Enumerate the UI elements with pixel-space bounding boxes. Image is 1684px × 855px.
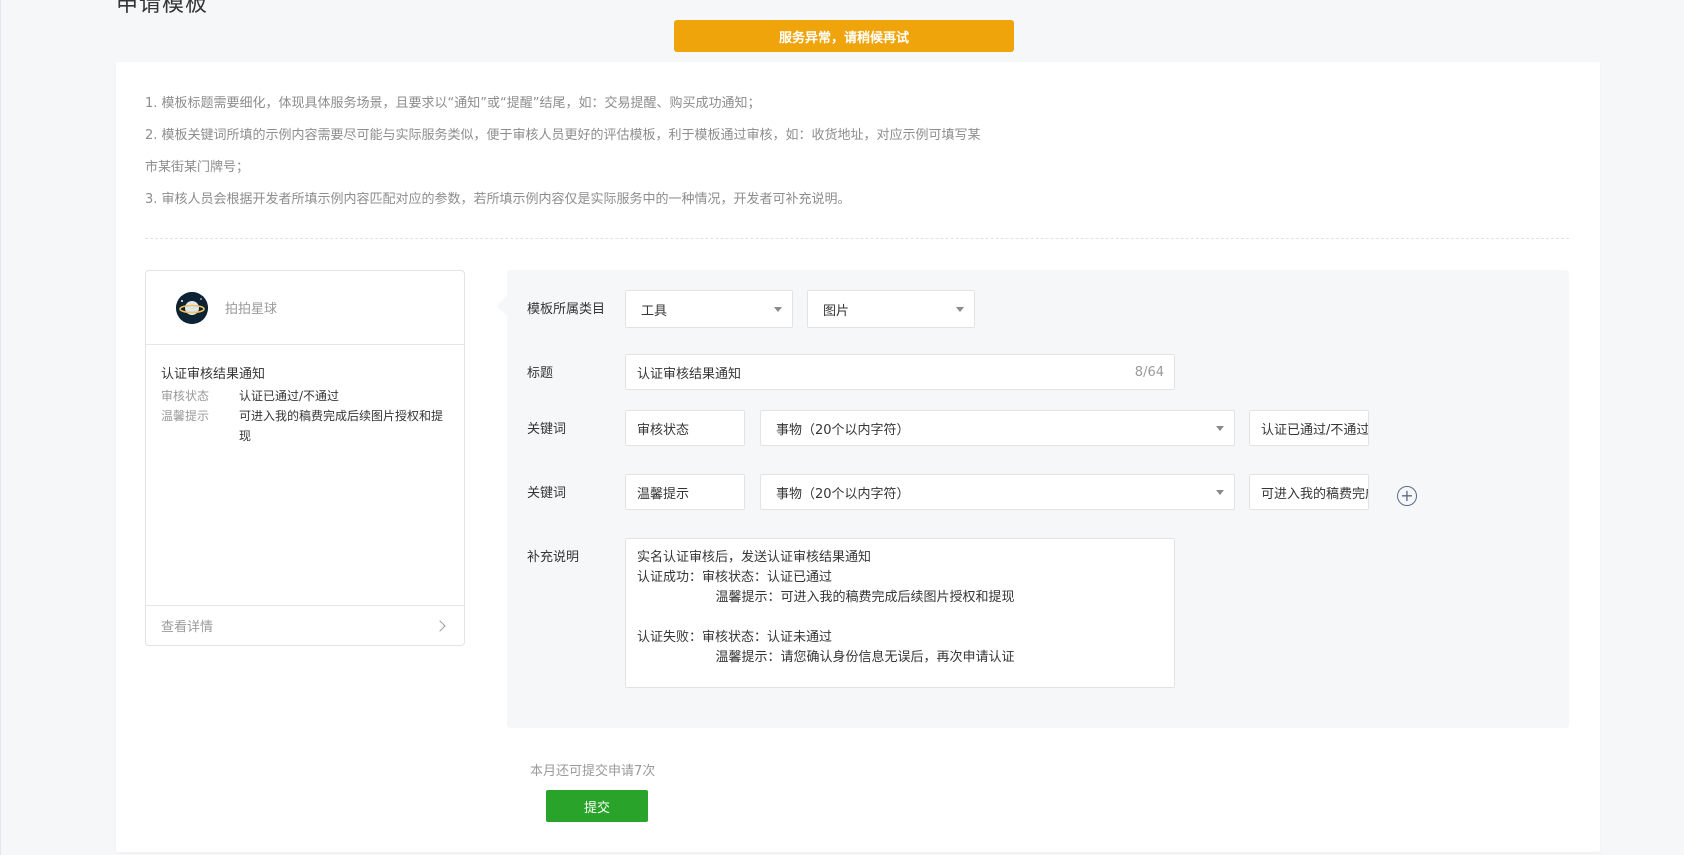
app-name: 拍拍星球 — [225, 302, 278, 317]
chevron-down-icon — [956, 307, 964, 312]
category-primary-value: 工具 — [641, 303, 668, 319]
category-secondary-select[interactable]: 图片 — [807, 290, 975, 328]
preview-row: 审核状态 认证已通过/不通过 — [161, 386, 448, 406]
guideline-item: 市某街某门牌号； — [145, 160, 250, 175]
title-input[interactable]: 认证审核结果通知 8/64 — [625, 354, 1175, 390]
keyword-example-value: 可进入我的稿费完成后续图片授权和提现 — [1261, 486, 1369, 502]
preview-row-key: 温馨提示 — [161, 409, 210, 423]
view-details-link[interactable]: 查看详情 — [146, 605, 464, 645]
window-edge — [0, 0, 1, 855]
preview-row: 温馨提示 可进入我的稿费完成后续图片授权和提现 — [161, 406, 448, 446]
category-primary-select[interactable]: 工具 — [625, 290, 793, 328]
supplement-label: 补充说明 — [527, 550, 580, 565]
keyword-example-input[interactable]: 可进入我的稿费完成后续图片授权和提现 — [1249, 474, 1369, 510]
preview-row-value: 认证已通过/不通过 — [239, 389, 340, 403]
supplement-textarea[interactable]: 实名认证审核后，发送认证审核结果通知 认证成功：审核状态：认证已通过 温馨提示：… — [625, 538, 1175, 688]
keyword-name-input[interactable]: 温馨提示 — [625, 474, 745, 510]
guideline-item: 2. 模板关键词所填的示例内容需要尽可能与实际服务类似，便于审核人员更好的评估模… — [145, 128, 981, 143]
guideline-item: 3. 审核人员会根据开发者所填示例内容匹配对应的参数，若所填示例内容仅是实际服务… — [145, 192, 851, 207]
keyword-name-value: 温馨提示 — [637, 486, 690, 502]
guideline-item: 1. 模板标题需要细化，体现具体服务场景，且要求以“通知”或“提醒”结尾，如：交… — [145, 96, 761, 111]
add-keyword-icon[interactable]: + — [1397, 486, 1417, 506]
planet-icon — [176, 291, 208, 324]
title-value: 认证审核结果通知 — [637, 366, 742, 382]
submit-button[interactable]: 提交 — [546, 790, 648, 822]
preview-header: 拍拍星球 — [146, 271, 464, 345]
keyword-type-value: 事物（20个以内字符） — [776, 422, 910, 438]
keyword-type-value: 事物（20个以内字符） — [776, 486, 910, 502]
title-label: 标题 — [527, 366, 554, 381]
title-char-counter: 8/64 — [1134, 364, 1164, 380]
category-secondary-value: 图片 — [823, 303, 850, 319]
chevron-down-icon — [1216, 490, 1224, 495]
error-toast: 服务异常，请稍候再试 — [674, 20, 1014, 52]
keyword-example-input[interactable]: 认证已通过/不通过 — [1249, 410, 1369, 446]
keyword-name-input[interactable]: 审核状态 — [625, 410, 745, 446]
keyword-example-value: 认证已通过/不通过 — [1261, 422, 1369, 438]
divider — [145, 238, 1569, 239]
view-details-label: 查看详情 — [161, 620, 214, 635]
chevron-down-icon — [1216, 426, 1224, 431]
keyword-type-select[interactable]: 事物（20个以内字符） — [760, 410, 1235, 446]
chevron-down-icon — [774, 307, 782, 312]
keyword-label: 关键词 — [527, 422, 567, 437]
page-title: 申请模板 — [116, 0, 209, 17]
keyword-type-select[interactable]: 事物（20个以内字符） — [760, 474, 1235, 510]
panel-pointer — [497, 296, 507, 316]
guidelines: 1. 模板标题需要细化，体现具体服务场景，且要求以“通知”或“提醒”结尾，如：交… — [145, 88, 1065, 216]
keyword-label: 关键词 — [527, 486, 567, 501]
preview-body: 认证审核结果通知 审核状态 认证已通过/不通过 温馨提示 可进入我的稿费完成后续… — [146, 345, 464, 446]
keyword-name-value: 审核状态 — [637, 422, 690, 438]
submission-quota: 本月还可提交申请7次 — [530, 764, 656, 779]
chevron-right-icon — [434, 619, 446, 632]
preview-row-key: 审核状态 — [161, 389, 210, 403]
preview-row-value: 可进入我的稿费完成后续图片授权和提现 — [239, 409, 444, 443]
category-label: 模板所属类目 — [527, 302, 606, 317]
message-preview-card: 拍拍星球 认证审核结果通知 审核状态 认证已通过/不通过 温馨提示 可进入我的稿… — [145, 270, 465, 646]
preview-title: 认证审核结果通知 — [161, 367, 266, 382]
